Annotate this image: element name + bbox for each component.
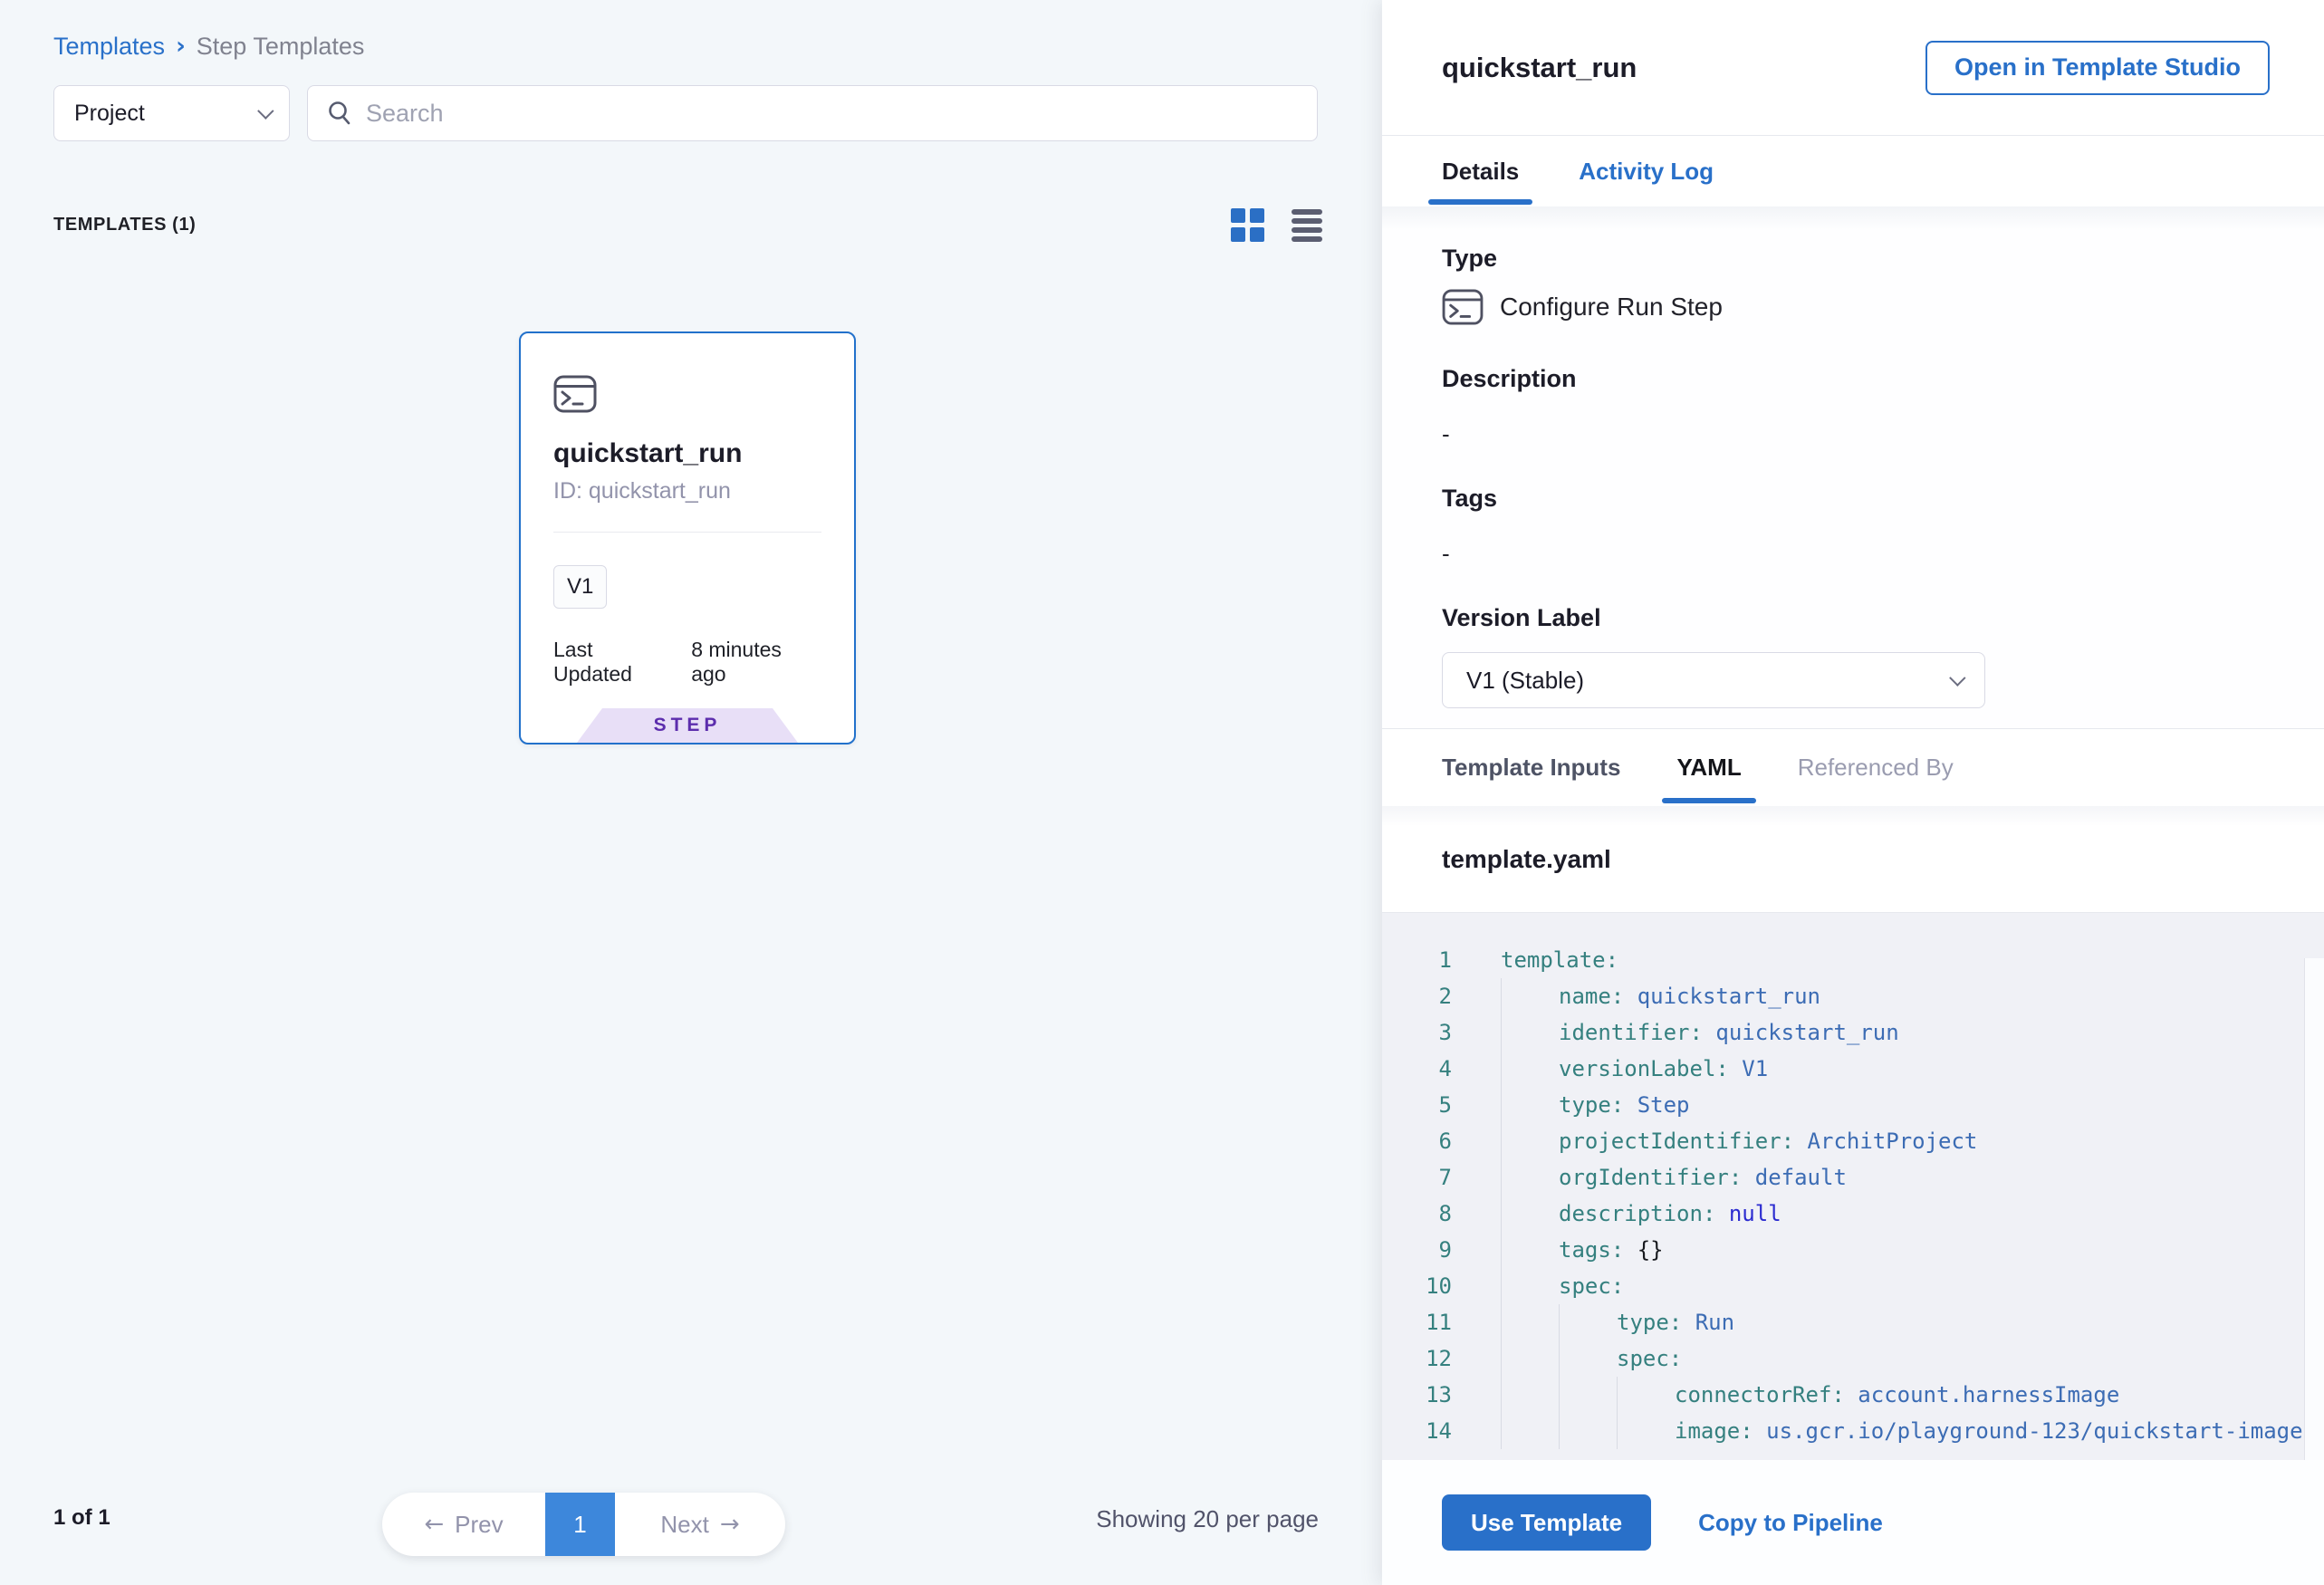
run-step-icon: [1442, 289, 1484, 325]
scope-dropdown-label: Project: [74, 101, 145, 127]
yaml-code: 1template:2name: quickstart_run3identifi…: [1382, 913, 2324, 1449]
version-dropdown-value: V1 (Stable): [1466, 667, 1584, 695]
code-line: 6projectIdentifier: ArchitProject: [1382, 1123, 2324, 1159]
prev-label: Prev: [455, 1511, 503, 1539]
template-card[interactable]: quickstart_run ID: quickstart_run V1 Las…: [519, 331, 856, 744]
run-step-icon: [553, 375, 597, 413]
card-id: ID: quickstart_run: [553, 478, 821, 504]
details-header: quickstart_run Open in Template Studio: [1382, 0, 2324, 136]
chevron-down-icon: [257, 102, 274, 119]
tab-activity-log[interactable]: Activity Log: [1579, 136, 1714, 207]
code-line: 12spec:: [1382, 1340, 2324, 1377]
card-updated-value: 8 minutes ago: [691, 638, 821, 687]
code-line: 13connectorRef: account.harnessImage: [1382, 1377, 2324, 1413]
code-line: 4versionLabel: V1: [1382, 1051, 2324, 1087]
editor-scrollbar[interactable]: [2304, 958, 2324, 1460]
filter-row: Project: [53, 85, 1318, 141]
tab-template-inputs[interactable]: Template Inputs: [1442, 729, 1620, 806]
open-in-template-studio-button[interactable]: Open in Template Studio: [1925, 41, 2270, 95]
description-label: Description: [1442, 365, 2264, 393]
pagination: ← Prev 1 Next →: [382, 1493, 785, 1556]
code-line: 14image: us.gcr.io/playground-123/quicks…: [1382, 1413, 2324, 1449]
card-updated-row: Last Updated 8 minutes ago: [553, 638, 821, 687]
tab-referenced-by[interactable]: Referenced By: [1798, 729, 1954, 806]
chevron-down-icon: [1949, 669, 1965, 686]
tab-details[interactable]: Details: [1442, 136, 1519, 207]
breadcrumb: Templates › Step Templates: [53, 33, 364, 61]
tags-label: Tags: [1442, 485, 2264, 513]
type-row: Configure Run Step: [1442, 289, 2264, 325]
search-box[interactable]: [307, 85, 1318, 141]
list-view-icon[interactable]: [1292, 209, 1322, 242]
tags-value: -: [1442, 540, 2264, 568]
view-toggles: [1231, 208, 1322, 242]
yaml-subtabs: Template Inputs YAML Referenced By: [1382, 729, 2324, 806]
breadcrumb-chevron-icon: ›: [176, 33, 186, 60]
code-line: 11type: Run: [1382, 1304, 2324, 1340]
tab-details-label: Details: [1442, 158, 1519, 186]
code-line: 1template:: [1382, 942, 2324, 978]
details-title: quickstart_run: [1442, 52, 1637, 84]
active-tab-underline: [1428, 199, 1532, 205]
per-page-label: Showing 20 per page: [1096, 1505, 1319, 1533]
card-updated-label: Last Updated: [553, 638, 677, 687]
code-line: 3identifier: quickstart_run: [1382, 1014, 2324, 1051]
tab-yaml-label: YAML: [1676, 754, 1741, 782]
version-dropdown[interactable]: V1 (Stable): [1442, 652, 1985, 708]
card-version-chip: V1: [553, 565, 607, 609]
type-label: Type: [1442, 245, 2264, 273]
page-info: 1 of 1: [53, 1505, 110, 1531]
next-label: Next: [660, 1511, 708, 1539]
tab-yaml[interactable]: YAML: [1676, 729, 1741, 806]
card-divider: [553, 532, 821, 533]
details-tabs: Details Activity Log: [1382, 136, 2324, 207]
code-line: 7orgIdentifier: default: [1382, 1159, 2324, 1196]
yaml-editor: 1template:2name: quickstart_run3identifi…: [1382, 913, 2324, 1460]
page-number-button[interactable]: 1: [545, 1493, 615, 1556]
scope-dropdown[interactable]: Project: [53, 85, 290, 141]
code-line: 10spec:: [1382, 1268, 2324, 1304]
code-line: 8description: null: [1382, 1196, 2324, 1232]
next-page-button[interactable]: Next →: [615, 1493, 785, 1556]
list-header-row: TEMPLATES (1): [53, 208, 1322, 242]
details-footer: Use Template Copy to Pipeline: [1382, 1460, 2324, 1585]
arrow-left-icon: ←: [424, 1511, 444, 1538]
template-details-panel: quickstart_run Open in Template Studio D…: [1382, 0, 2324, 1585]
copy-to-pipeline-link[interactable]: Copy to Pipeline: [1698, 1509, 1883, 1537]
breadcrumb-link-templates[interactable]: Templates: [53, 33, 165, 61]
use-template-button[interactable]: Use Template: [1442, 1494, 1651, 1551]
app-window: Templates › Step Templates Project TEMPL…: [0, 0, 2324, 1585]
yaml-filename: template.yaml: [1442, 845, 1611, 874]
details-content: Type Configure Run Step Description - Ta…: [1382, 207, 2324, 729]
search-input[interactable]: [366, 100, 1299, 128]
arrow-right-icon: →: [720, 1511, 740, 1538]
code-line: 5type: Step: [1382, 1087, 2324, 1123]
active-subtab-underline: [1662, 798, 1755, 803]
grid-view-icon[interactable]: [1231, 208, 1264, 242]
step-type-badge: STEP: [577, 708, 798, 743]
code-line: 9tags: {}: [1382, 1232, 2324, 1268]
yaml-file-header: template.yaml: [1382, 806, 2324, 913]
search-icon: [326, 100, 353, 127]
version-label-heading: Version Label: [1442, 604, 2264, 632]
code-line: 2name: quickstart_run: [1382, 978, 2324, 1014]
type-value: Configure Run Step: [1500, 293, 1723, 322]
templates-count-label: TEMPLATES (1): [53, 215, 196, 235]
card-title: quickstart_run: [553, 438, 821, 469]
breadcrumb-current: Step Templates: [197, 33, 365, 61]
templates-list-panel: Templates › Step Templates Project TEMPL…: [0, 0, 1382, 1585]
prev-page-button[interactable]: ← Prev: [382, 1493, 545, 1556]
description-value: -: [1442, 420, 2264, 448]
